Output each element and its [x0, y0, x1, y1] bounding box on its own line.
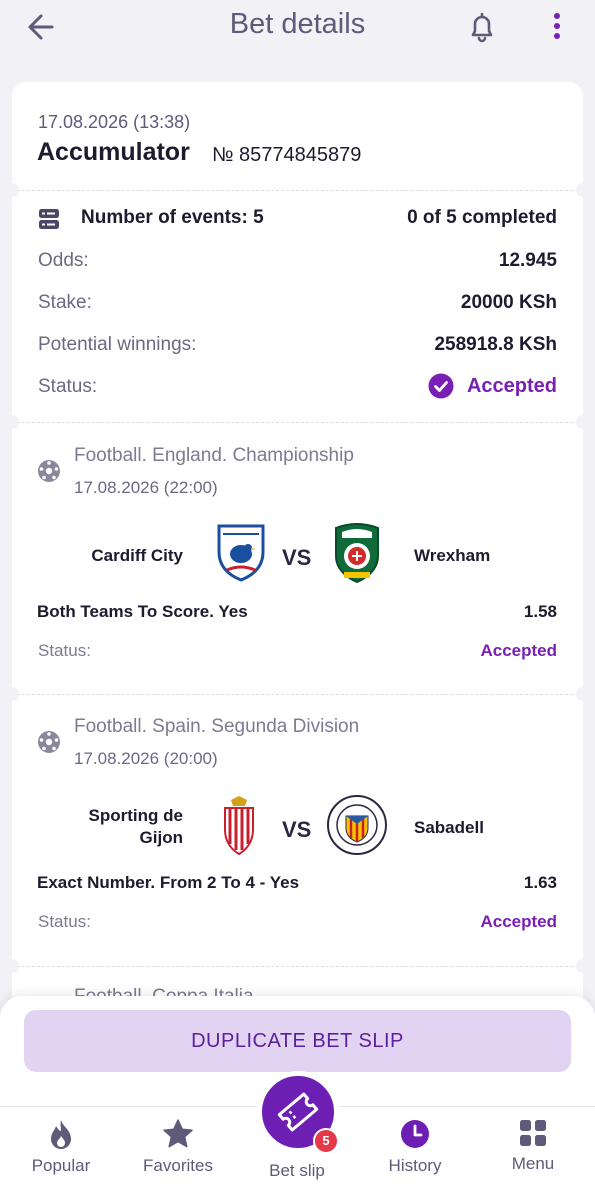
- flame-icon: [51, 1120, 71, 1149]
- nav-label: Menu: [511, 1154, 555, 1173]
- nav-history[interactable]: History: [365, 1114, 465, 1184]
- odds-value: 12.945: [498, 250, 557, 271]
- event-odd: 1.58: [523, 602, 557, 621]
- star-icon: [163, 1119, 193, 1148]
- divider: [12, 694, 583, 695]
- bet-datetime: 17.08.2026 (13:38): [38, 112, 191, 132]
- event-status-value: Accepted: [480, 912, 557, 931]
- card-notch: [12, 415, 19, 429]
- event-status-label: Status:: [38, 641, 91, 660]
- market: Both Teams To Score. Yes: [37, 602, 248, 621]
- home-team-line: Gijon: [139, 828, 183, 847]
- events-count: Number of events: 5: [81, 207, 264, 228]
- duplicate-bet-slip-button[interactable]: DUPLICATE BET SLIP: [24, 1010, 571, 1072]
- page-title: Bet details: [229, 8, 366, 40]
- nav-popular[interactable]: Popular: [11, 1114, 111, 1184]
- stake-label: Stake:: [38, 292, 92, 313]
- bet-type: Accumulator: [37, 138, 190, 166]
- nav-label: Popular: [31, 1156, 91, 1175]
- bet-number: № 85774845879: [212, 144, 362, 166]
- event-league: Football. Spain. Segunda Division: [74, 716, 360, 737]
- odds-label: Odds:: [38, 250, 89, 271]
- card-notch: [576, 959, 583, 973]
- event-odd: 1.63: [523, 873, 557, 892]
- nav-favorites[interactable]: Favorites: [128, 1114, 228, 1184]
- market: Exact Number. From 2 To 4 - Yes: [37, 873, 300, 892]
- event-status-label: Status:: [38, 912, 91, 931]
- potential-winnings-value: 258918.8 KSh: [434, 334, 557, 355]
- grid-icon: [520, 1120, 546, 1146]
- away-team: Sabadell: [414, 818, 484, 837]
- divider: [12, 966, 583, 967]
- status-badge: Accepted: [466, 375, 557, 397]
- vs-label: VS: [282, 545, 312, 570]
- status-label: Status:: [38, 376, 98, 397]
- home-team: Cardiff City: [91, 546, 183, 565]
- card-notch: [12, 183, 19, 197]
- wrexham-logo: [332, 522, 382, 584]
- card-notch: [576, 415, 583, 429]
- event-league: Football. England. Championship: [74, 445, 354, 466]
- card-notch: [576, 183, 583, 197]
- card-notch: [12, 959, 19, 973]
- check-circle-icon: [428, 373, 454, 399]
- potential-winnings-label: Potential winnings:: [38, 334, 197, 355]
- divider: [12, 422, 583, 423]
- stake-value: 20000 KSh: [460, 292, 557, 313]
- nav-menu[interactable]: Menu: [483, 1114, 583, 1184]
- vs-label: VS: [282, 817, 312, 842]
- sporting-gijon-logo: [219, 794, 259, 856]
- divider: [12, 190, 583, 191]
- bell-icon[interactable]: [462, 8, 502, 46]
- football-icon: [37, 459, 61, 483]
- away-team: Wrexham: [414, 546, 491, 565]
- card-notch: [12, 687, 19, 701]
- completed-count: 0 of 5 completed: [407, 207, 557, 228]
- home-team: Sporting de Gijon: [89, 805, 183, 849]
- bet-details-card: 17.08.2026 (13:38) Accumulator № 8577484…: [12, 82, 583, 1082]
- nav-bet-slip-label[interactable]: Bet slip: [247, 1161, 347, 1181]
- event-date: 17.08.2026 (22:00): [74, 478, 218, 497]
- home-team-line: Sporting de: [88, 806, 183, 825]
- event-date: 17.08.2026 (20:00): [74, 749, 218, 768]
- events-list-icon: [38, 208, 60, 230]
- card-notch: [576, 687, 583, 701]
- football-icon: [37, 730, 61, 754]
- top-bar: Bet details: [0, 0, 595, 68]
- cardiff-city-logo: [215, 522, 267, 582]
- sabadell-logo: [326, 794, 388, 856]
- nav-label: History: [388, 1156, 442, 1175]
- more-vertical-icon[interactable]: [545, 8, 569, 46]
- nav-label: Favorites: [143, 1156, 213, 1175]
- clock-icon: [401, 1120, 429, 1148]
- event-status-value: Accepted: [480, 641, 557, 660]
- bet-slip-count-badge: 5: [313, 1128, 339, 1154]
